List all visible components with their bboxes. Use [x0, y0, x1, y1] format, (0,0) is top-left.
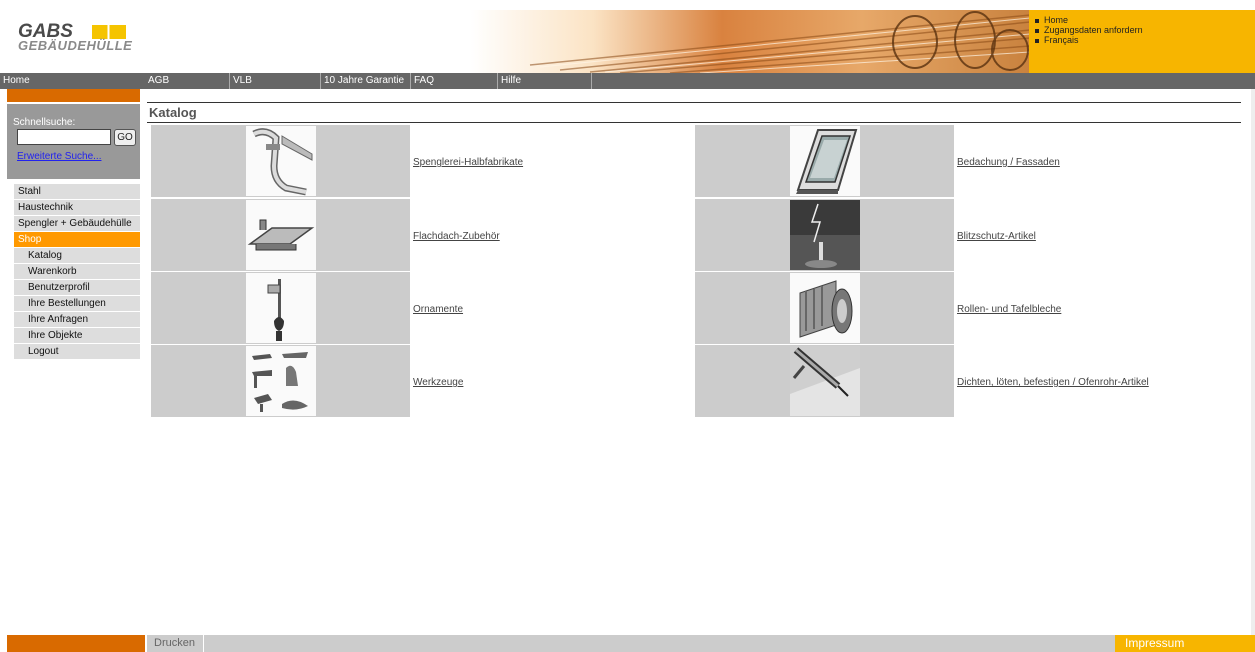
- catalog-item-label[interactable]: Bedachung / Fassaden: [957, 157, 1060, 168]
- sidebar-item-objekte[interactable]: Ihre Objekte: [14, 328, 140, 344]
- sidebar-item-stahl[interactable]: Stahl: [14, 184, 140, 200]
- mainnav-vlb[interactable]: VLB: [230, 73, 321, 89]
- sidebar-item-warenkorb[interactable]: Warenkorb: [14, 264, 140, 280]
- quick-search-go-button[interactable]: GO: [114, 129, 136, 146]
- catalog-item-label[interactable]: Werkzeuge: [413, 377, 463, 388]
- divider: [147, 102, 1241, 103]
- catalog-item-label[interactable]: Dichten, löten, befestigen / Ofenrohr-Ar…: [957, 377, 1149, 388]
- sidebar-item-logout[interactable]: Logout: [14, 344, 140, 360]
- roof-window-icon[interactable]: [790, 126, 860, 196]
- tools-icon[interactable]: [246, 346, 316, 416]
- catalog-item-label[interactable]: Blitzschutz-Artikel: [957, 231, 1036, 242]
- page-title: Katalog: [149, 105, 197, 120]
- topnav-home-link[interactable]: Home: [1035, 15, 1255, 25]
- catalog-item-label[interactable]: Spenglerei-Halbfabrikate: [413, 157, 523, 168]
- topnav-request-credentials-link[interactable]: Zugangsdaten anfordern: [1035, 25, 1255, 35]
- sidebar-item-katalog[interactable]: Katalog: [14, 248, 140, 264]
- footer-accent-bar: [7, 635, 145, 652]
- sidebar-item-haustechnik[interactable]: Haustechnik: [14, 200, 140, 216]
- footer: Drucken Impressum: [0, 635, 1255, 652]
- quick-search-input[interactable]: [17, 129, 111, 145]
- header: GABS GEBÄUDEHÜLLE Home Zugangsdaten anfo…: [0, 0, 1255, 73]
- print-button[interactable]: Drucken: [147, 635, 204, 652]
- quick-search-label: Schnellsuche:: [13, 117, 76, 128]
- catalog-item-label[interactable]: Flachdach-Zubehör: [413, 231, 500, 242]
- advanced-search-link[interactable]: Erweiterte Suche...: [17, 151, 101, 162]
- header-banner-image: [470, 10, 1030, 73]
- logo-line2: GEBÄUDEHÜLLE: [18, 38, 133, 53]
- sidebar-item-shop[interactable]: Shop: [14, 232, 140, 248]
- quick-search-panel: Schnellsuche: GO Erweiterte Suche...: [7, 104, 140, 179]
- sidebar-item-anfragen[interactable]: Ihre Anfragen: [14, 312, 140, 328]
- top-utility-nav: Home Zugangsdaten anfordern Français: [1029, 10, 1255, 73]
- mainnav-garantie[interactable]: 10 Jahre Garantie: [321, 73, 411, 89]
- sidebar-menu: Stahl Haustechnik Spengler + Gebäudehüll…: [14, 184, 140, 360]
- flat-roof-profile-icon[interactable]: [246, 200, 316, 270]
- gabs-logo[interactable]: GABS GEBÄUDEHÜLLE: [18, 22, 148, 54]
- sidebar-item-spengler[interactable]: Spengler + Gebäudehülle: [14, 216, 140, 232]
- main-nav: Home AGB VLB 10 Jahre Garantie FAQ Hilfe: [0, 73, 1255, 89]
- mainnav-hilfe[interactable]: Hilfe: [498, 73, 592, 89]
- ornament-finial-icon[interactable]: [246, 273, 316, 343]
- impressum-link[interactable]: Impressum: [1115, 635, 1255, 652]
- mainnav-faq[interactable]: FAQ: [411, 73, 498, 89]
- topnav-french-link[interactable]: Français: [1035, 35, 1255, 45]
- lightning-rod-icon[interactable]: [790, 200, 860, 270]
- mainnav-home[interactable]: Home: [0, 73, 145, 89]
- catalog-item-label[interactable]: Ornamente: [413, 304, 463, 315]
- footer-bar: [147, 635, 1115, 652]
- page-scrollbar[interactable]: [1251, 89, 1255, 635]
- logo-mark-icon: [92, 25, 126, 39]
- sealant-gun-icon[interactable]: [790, 346, 860, 416]
- sheet-metal-rolls-icon[interactable]: [790, 273, 860, 343]
- sidebar-item-benutzerprofil[interactable]: Benutzerprofil: [14, 280, 140, 296]
- gutter-pipe-icon[interactable]: [246, 126, 316, 196]
- sidebar-accent-bar: [7, 89, 140, 102]
- sidebar-item-bestellungen[interactable]: Ihre Bestellungen: [14, 296, 140, 312]
- catalog-item-label[interactable]: Rollen- und Tafelbleche: [957, 304, 1061, 315]
- mainnav-agb[interactable]: AGB: [145, 73, 230, 89]
- divider: [147, 122, 1241, 123]
